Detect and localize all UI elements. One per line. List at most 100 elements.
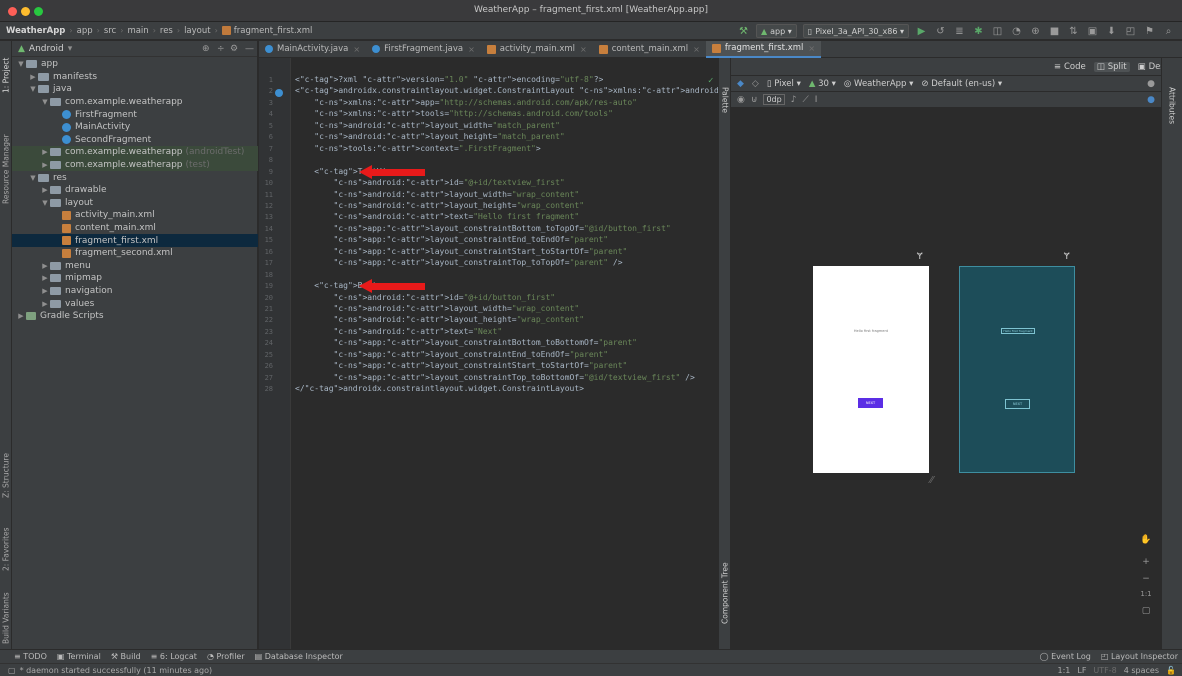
breadcrumb-file[interactable]: fragment_first.xml: [234, 26, 313, 36]
collapsed-arrow-icon[interactable]: ▶: [40, 300, 50, 308]
blueprint-preview-screen[interactable]: Hello first fragment NEXT: [959, 266, 1075, 473]
todo-tool-button[interactable]: ≡ TODO: [14, 652, 47, 661]
device-select[interactable]: ▯ Pixel_3a_API_30_x86 ▾: [802, 24, 909, 38]
warnings-icon[interactable]: ●: [1147, 95, 1155, 105]
zoom-out-icon[interactable]: −: [1138, 574, 1154, 588]
breadcrumb-project[interactable]: WeatherApp: [6, 26, 65, 36]
tool-windows-icon[interactable]: ▢: [8, 666, 16, 675]
apply-code-changes-icon[interactable]: ≣: [953, 25, 966, 38]
tab-fragment-first-xml[interactable]: fragment_first.xml ×: [705, 40, 822, 58]
sdk-manager-icon[interactable]: ⬇: [1105, 25, 1118, 38]
default-margin-select[interactable]: 0dp: [763, 94, 785, 105]
code-mode-button[interactable]: ≡ Code: [1054, 62, 1086, 72]
build-tool-button[interactable]: ⚒ Build: [111, 652, 141, 661]
collapsed-arrow-icon[interactable]: ▶: [16, 312, 26, 320]
hide-icon[interactable]: —: [245, 44, 254, 54]
tree-item[interactable]: ▼ app: [12, 58, 258, 71]
close-icon[interactable]: ×: [808, 44, 815, 53]
tree-item[interactable]: ▼ com.example.weatherapp: [12, 96, 258, 109]
collapsed-arrow-icon[interactable]: ▶: [40, 287, 50, 295]
code-line[interactable]: "c-ns">xmlns:"c-attr">app="http://schema…: [295, 98, 637, 107]
collapsed-arrow-icon[interactable]: ▶: [28, 73, 38, 81]
tree-item[interactable]: ▶ drawable: [12, 184, 258, 197]
file-encoding[interactable]: UTF-8: [1093, 666, 1116, 675]
debug-icon[interactable]: ✱: [972, 25, 985, 38]
search-icon[interactable]: ⌕: [1162, 25, 1175, 38]
pan-icon[interactable]: ✋: [1138, 535, 1154, 549]
locale-select[interactable]: ⊘ Default (en-us) ▾: [921, 79, 1002, 89]
gear-icon[interactable]: ⚙: [230, 44, 238, 54]
tree-item[interactable]: activity_main.xml: [12, 209, 258, 222]
code-line[interactable]: </"c-tag">androidx.constraintlayout.widg…: [295, 384, 584, 393]
tree-item[interactable]: ▼ layout: [12, 197, 258, 210]
component-tree-tab[interactable]: Component Tree: [719, 553, 731, 633]
inspection-ok-icon[interactable]: ✓: [708, 76, 713, 86]
tree-item[interactable]: ▶ values: [12, 297, 258, 310]
class-gutter-icon[interactable]: [275, 89, 283, 97]
zoom-actual-size[interactable]: 1:1: [1138, 590, 1154, 604]
preview-textview[interactable]: Hello first fragment: [813, 329, 929, 333]
apply-changes-icon[interactable]: ↺: [934, 25, 947, 38]
code-line[interactable]: "c-ns">app:"c-attr">layout_constraintSta…: [295, 247, 628, 256]
locate-icon[interactable]: ⊕: [202, 44, 210, 54]
code-line[interactable]: "c-ns">app:"c-attr">layout_constraintSta…: [295, 361, 628, 370]
lock-icon[interactable]: 🔓: [1166, 666, 1176, 675]
sync-icon[interactable]: ⇅: [1067, 25, 1080, 38]
layout-inspector-tool-button[interactable]: ◰ Layout Inspector: [1101, 652, 1178, 661]
run-icon[interactable]: ▶: [915, 25, 928, 38]
line-separator[interactable]: LF: [1077, 666, 1086, 675]
code-line[interactable]: "c-ns">app:"c-attr">layout_constraintTop…: [295, 373, 695, 382]
collapsed-arrow-icon[interactable]: ▶: [40, 161, 50, 169]
expanded-arrow-icon[interactable]: ▼: [28, 174, 38, 182]
code-line[interactable]: "c-ns">android:"c-attr">id="@+id/button_…: [295, 293, 556, 302]
tree-item[interactable]: content_main.xml: [12, 222, 258, 235]
theme-select[interactable]: ◎ WeatherApp ▾: [844, 79, 914, 89]
tree-item[interactable]: SecondFragment: [12, 134, 258, 147]
attach-debugger-icon[interactable]: ⊕: [1029, 25, 1042, 38]
coverage-icon[interactable]: ◫: [991, 25, 1004, 38]
api-level-select[interactable]: ▲ 30 ▾: [809, 79, 836, 89]
attributes-tab[interactable]: Attributes: [1166, 76, 1178, 136]
caret-position[interactable]: 1:1: [1057, 666, 1070, 675]
profile-icon[interactable]: ◔: [1010, 25, 1023, 38]
code-line[interactable]: "c-ns">app:"c-attr">layout_constraintBot…: [295, 224, 671, 233]
split-mode-button[interactable]: ◫ Split: [1093, 61, 1130, 72]
breadcrumb-src[interactable]: src: [104, 26, 116, 36]
zoom-fit-icon[interactable]: ▢: [1138, 606, 1154, 620]
guidelines-icon[interactable]: I: [815, 95, 818, 105]
infer-constraints-icon[interactable]: ⟋: [802, 95, 808, 105]
terminal-tool-button[interactable]: ▣ Terminal: [57, 652, 101, 661]
database-inspector-tool-button[interactable]: ▤ Database Inspector: [255, 652, 343, 661]
device-preview-select[interactable]: ▯ Pixel ▾: [767, 79, 801, 89]
blueprint-textview[interactable]: Hello first fragment: [1001, 328, 1035, 334]
tree-item[interactable]: ▶ manifests: [12, 71, 258, 84]
close-icon[interactable]: ×: [580, 45, 587, 54]
tree-item[interactable]: ▶ navigation: [12, 285, 258, 298]
breadcrumb-res[interactable]: res: [160, 26, 173, 36]
magnet-icon[interactable]: ⊍: [751, 95, 758, 105]
breadcrumb-main[interactable]: main: [127, 26, 148, 36]
logcat-tool-button[interactable]: ≡ 6: Logcat: [151, 652, 197, 661]
code-line[interactable]: "c-ns">android:"c-attr">text="Next": [295, 327, 503, 336]
tree-item[interactable]: ▼ res: [12, 171, 258, 184]
code-line[interactable]: "c-ns">android:"c-attr">text="Hello firs…: [295, 212, 580, 221]
collapsed-arrow-icon[interactable]: ▶: [40, 262, 50, 270]
indent-setting[interactable]: 4 spaces: [1124, 666, 1159, 675]
structure-tool-tab[interactable]: Z: Structure: [0, 446, 12, 506]
chevron-down-icon[interactable]: ▾: [68, 44, 73, 54]
tab-activity-main-xml[interactable]: activity_main.xml ×: [481, 41, 593, 58]
project-view-select[interactable]: Android: [29, 44, 64, 54]
tree-item[interactable]: ▶ com.example.weatherapp (test): [12, 158, 258, 172]
build-variants-tool-tab[interactable]: Build Variants: [0, 589, 12, 647]
expanded-arrow-icon[interactable]: ▼: [40, 199, 50, 207]
code-editor[interactable]: 1 2 3 4 5 6 7 8 9 10 11 12 13 14 15 16 17 18 19 20 21 22 23 24 2…: [259, 58, 873, 649]
eye-icon[interactable]: ◉: [737, 95, 745, 105]
status-message[interactable]: * daemon started successfully (11 minute…: [20, 666, 213, 675]
avd-manager-icon[interactable]: ▣: [1086, 25, 1099, 38]
code-line[interactable]: "c-ns">app:"c-attr">layout_constraintEnd…: [295, 350, 609, 359]
code-line[interactable]: "c-ns">app:"c-attr">layout_constraintBot…: [295, 338, 637, 347]
resize-handle-icon[interactable]: ⁄⁄: [930, 475, 933, 486]
tree-item[interactable]: MainActivity: [12, 121, 258, 134]
code-line[interactable]: "c-ns">android:"c-attr">layout_height="m…: [295, 132, 564, 141]
code-line[interactable]: "c-ns">xmlns:"c-attr">tools="http://sche…: [295, 109, 613, 118]
